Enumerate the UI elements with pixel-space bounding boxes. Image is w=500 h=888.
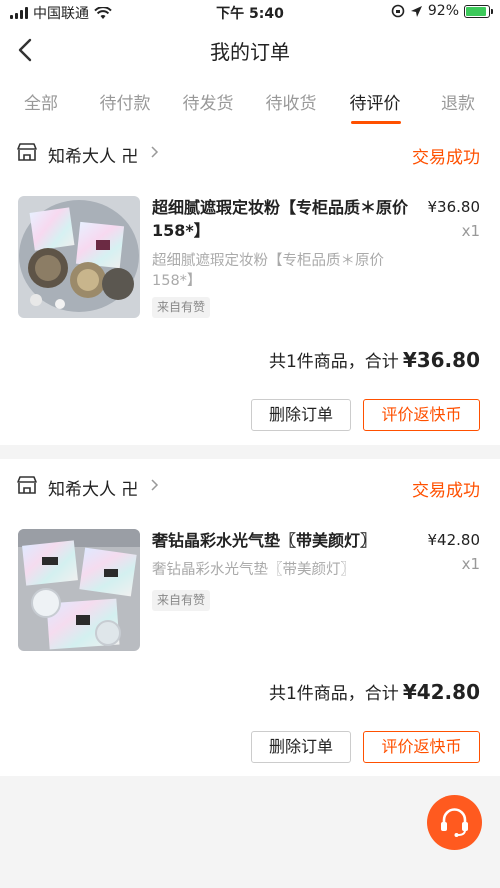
active-tab-indicator <box>351 121 401 124</box>
order-total-amount: ¥36.80 <box>402 348 480 372</box>
chevron-right-icon <box>151 479 159 491</box>
order-status: 交易成功 <box>412 481 480 501</box>
review-button[interactable]: 评价返快币 <box>363 399 480 431</box>
page-title: 我的订单 <box>210 40 290 64</box>
order-total: 共1件商品，合计 ¥36.80 <box>269 347 480 372</box>
status-bar: 中国联通 下午 5:40 92% <box>0 0 500 24</box>
navigation-bar: 我的订单 <box>0 24 500 76</box>
delete-order-button[interactable]: 删除订单 <box>251 399 351 431</box>
order-summary-label: 共1件商品，合计 <box>268 352 399 372</box>
shop-icon <box>17 476 37 494</box>
tab-refund[interactable]: 退款 <box>423 89 493 114</box>
lock-rotation-icon <box>391 4 405 18</box>
product-subtitle: 奢钻晶彩水光气垫〖带美颜灯〗 <box>152 562 355 578</box>
shop-row[interactable]: 知希大人 卍 交易成功 <box>0 126 500 181</box>
product-quantity: x1 <box>461 222 480 240</box>
shop-row[interactable]: 知希大人 卍 交易成功 <box>0 459 500 514</box>
customer-service-icon <box>441 808 468 837</box>
product-image[interactable] <box>18 529 140 651</box>
location-icon <box>410 5 422 17</box>
delete-order-button[interactable]: 删除订单 <box>251 731 351 763</box>
product-price: ¥42.80 <box>427 531 481 549</box>
order-total-amount: ¥42.80 <box>402 680 480 704</box>
product-title[interactable]: 超细腻遮瑕定妆粉【专柜品质＊原价158*】 <box>152 196 422 242</box>
order-card: 知希大人 卍 交易成功 超细腻遮瑕定妆粉【专柜品质＊原价158*】 超细腻遮瑕定… <box>0 126 500 445</box>
chevron-right-icon <box>151 146 159 158</box>
tab-pending-payment[interactable]: 待付款 <box>90 89 160 114</box>
order-card: 知希大人 卍 交易成功 奢钻晶彩水光气垫〖带美颜灯〗 奢钻晶彩水光气垫〖带美颜灯… <box>0 459 500 776</box>
product-image[interactable] <box>18 196 140 318</box>
tab-all[interactable]: 全部 <box>6 89 76 114</box>
product-title[interactable]: 奢钻晶彩水光气垫〖带美颜灯〗 <box>152 529 422 552</box>
shop-name[interactable]: 知希大人 卍 <box>48 142 138 167</box>
shop-name[interactable]: 知希大人 卍 <box>48 475 138 500</box>
product-subtitle: 超细腻遮瑕定妆粉【专柜品质＊原价158*】 <box>152 253 384 289</box>
order-status: 交易成功 <box>412 148 480 168</box>
tab-pending-shipment[interactable]: 待发货 <box>173 89 243 114</box>
source-tag: 来自有赞 <box>152 590 211 611</box>
product-price: ¥36.80 <box>427 198 481 216</box>
product-quantity: x1 <box>461 555 480 573</box>
order-total: 共1件商品，合计 ¥42.80 <box>269 679 480 704</box>
order-tabs: 全部 待付款 待发货 待收货 待评价 退款 <box>0 76 500 126</box>
customer-service-button[interactable] <box>427 795 482 850</box>
order-summary-label: 共1件商品，合计 <box>268 684 399 704</box>
tab-pending-receipt[interactable]: 待收货 <box>256 89 326 114</box>
battery-icon <box>464 4 493 18</box>
battery-percent: 92% <box>427 3 459 19</box>
review-button[interactable]: 评价返快币 <box>363 731 480 763</box>
shop-icon <box>17 143 37 161</box>
tab-pending-review[interactable]: 待评价 <box>340 89 410 114</box>
source-tag: 来自有赞 <box>152 297 211 318</box>
